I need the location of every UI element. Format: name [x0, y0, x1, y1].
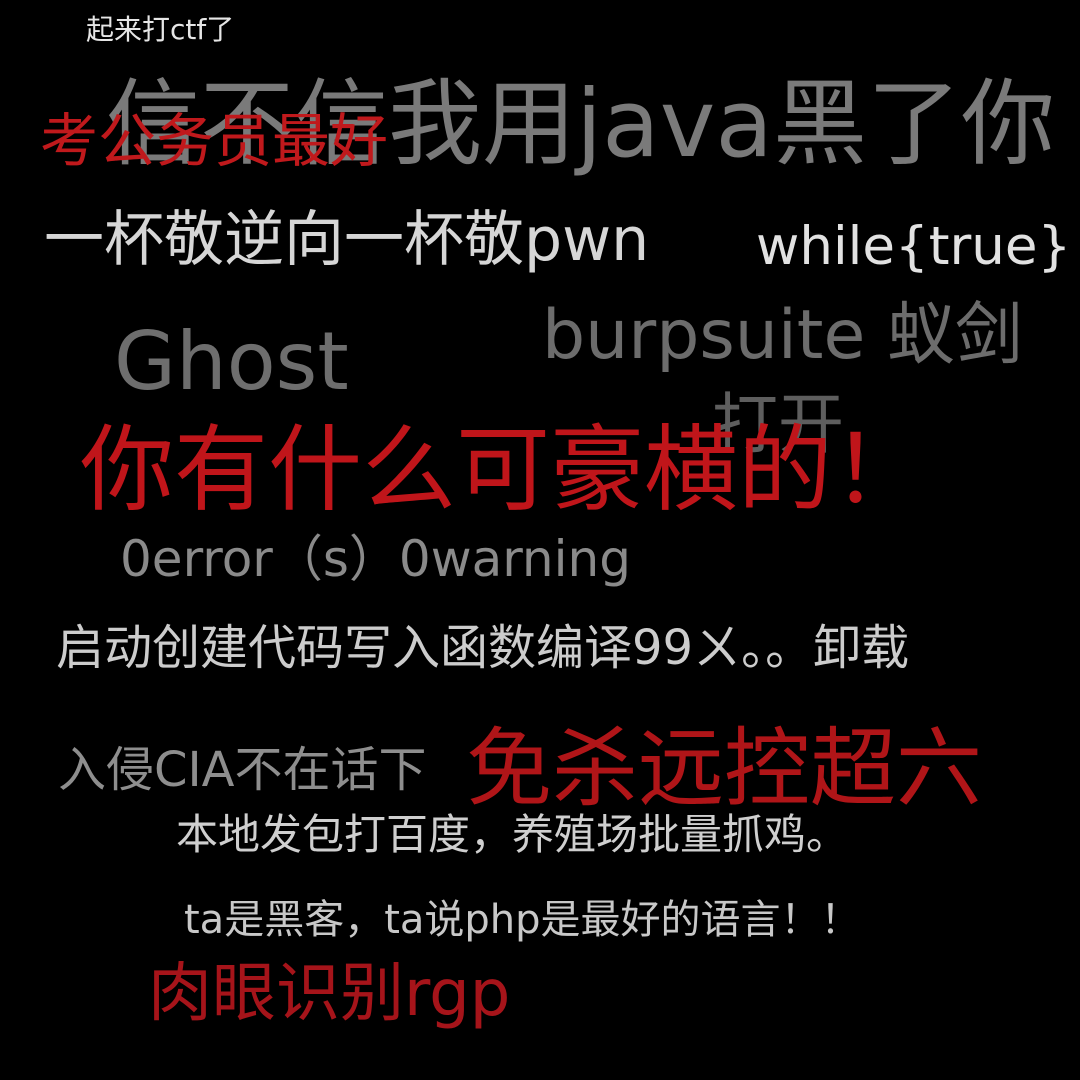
civil-service-phrase: 考公务员最好 — [40, 107, 389, 175]
error-warning-phrase: 0error（s）0warning — [120, 530, 631, 588]
rich-phrase: 你有什么可豪横的！ — [80, 416, 927, 525]
baidu-phrase: 本地发包打百度，养殖场批量抓鸡。 — [176, 810, 849, 859]
burpsuite-phrase: burpsuite 蚁剑 — [542, 296, 1023, 375]
pwn-toast-phrase: 一杯敬逆向一杯敬pwn — [44, 205, 650, 275]
page-title: 起来打ctf了 — [86, 13, 235, 46]
cia-phrase: 入侵CIA不在话下 — [58, 742, 427, 798]
while-true-phrase: while{true} — [756, 216, 1072, 277]
meme-canvas: 信不信我用java黑了你 考公务员最好 起来打ctf了 一杯敬逆向一杯敬pwn … — [0, 0, 1080, 1080]
compile-phrase: 启动创建代码写入函数编译99ㄨ。。卸载 — [56, 620, 910, 676]
ghost-phrase: Ghost — [114, 315, 349, 408]
php-phrase: ta是黑客，ta说php是最好的语言！！ — [184, 897, 861, 943]
rgp-phrase: 肉眼识别rgp — [148, 957, 511, 1031]
remote-control-phrase: 免杀远控超六 — [466, 719, 982, 819]
